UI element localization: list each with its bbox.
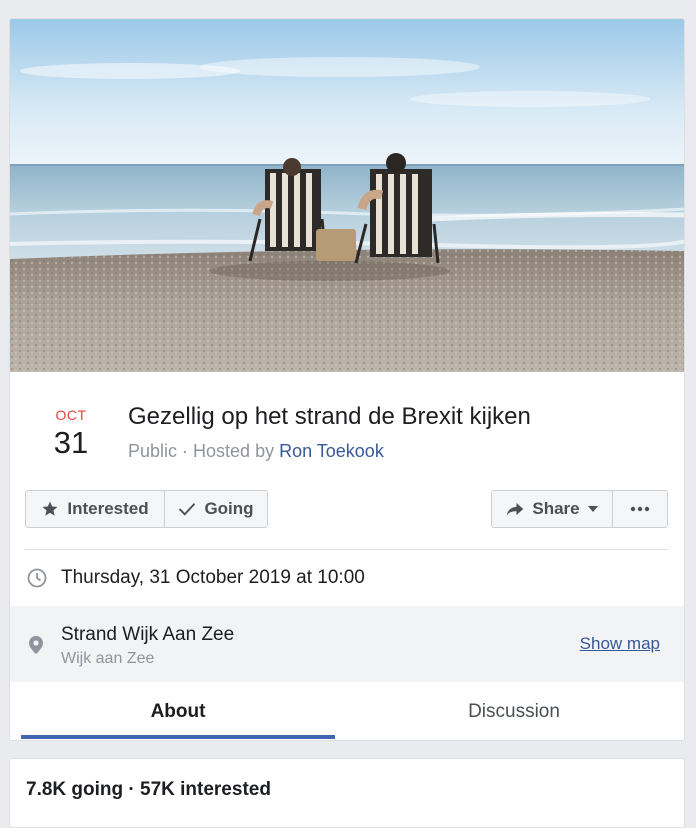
event-subtitle: Public · Hosted by Ron Toekook [128,441,384,462]
more-options-button[interactable] [612,490,668,528]
going-label: Going [204,499,254,518]
going-button[interactable]: Going [164,490,268,528]
event-day: 31 [53,425,89,460]
ellipsis-icon [630,506,650,512]
interested-label: Interested [67,499,149,518]
share-label: Share [532,499,580,518]
event-location-row[interactable]: Strand Wijk Aan Zee Wijk aan Zee Show ma… [10,606,684,682]
subtitle-separator: · [177,441,194,461]
location-name: Strand Wijk Aan Zee [61,624,235,645]
clock-icon [27,568,47,588]
event-privacy: Public [128,441,178,461]
location-city: Wijk aan Zee [61,650,155,667]
hosted-by-prefix: Hosted by [193,441,280,461]
tab-about[interactable]: About [21,682,335,740]
checkmark-icon [179,503,196,516]
star-icon [42,501,58,516]
chevron-down-icon [587,506,598,512]
event-tabs: About Discussion [10,682,684,740]
host-link[interactable]: Ron Toekook [279,441,384,461]
event-datetime: Thursday, 31 October 2019 at 10:00 [61,567,365,588]
share-arrow-icon [507,503,524,516]
share-button[interactable]: Share [491,490,613,528]
event-datetime-row: Thursday, 31 October 2019 at 10:00 [10,550,684,606]
event-date: OCT 31 [48,407,94,461]
interested-button[interactable]: Interested [25,490,165,528]
event-card: OCT 31 Gezellig op het strand de Brexit … [9,18,685,741]
event-title: Gezellig op het strand de Brexit kijken [128,403,531,430]
attendance-card: 7.8K going · 57K interested [9,758,685,828]
show-map-link[interactable]: Show map [580,634,660,654]
event-cover-photo [10,19,684,372]
location-pin-icon [29,636,43,654]
tab-discussion[interactable]: Discussion [345,682,683,740]
event-month: OCT [55,407,87,423]
attendance-stats: 7.8K going · 57K interested [26,779,271,800]
